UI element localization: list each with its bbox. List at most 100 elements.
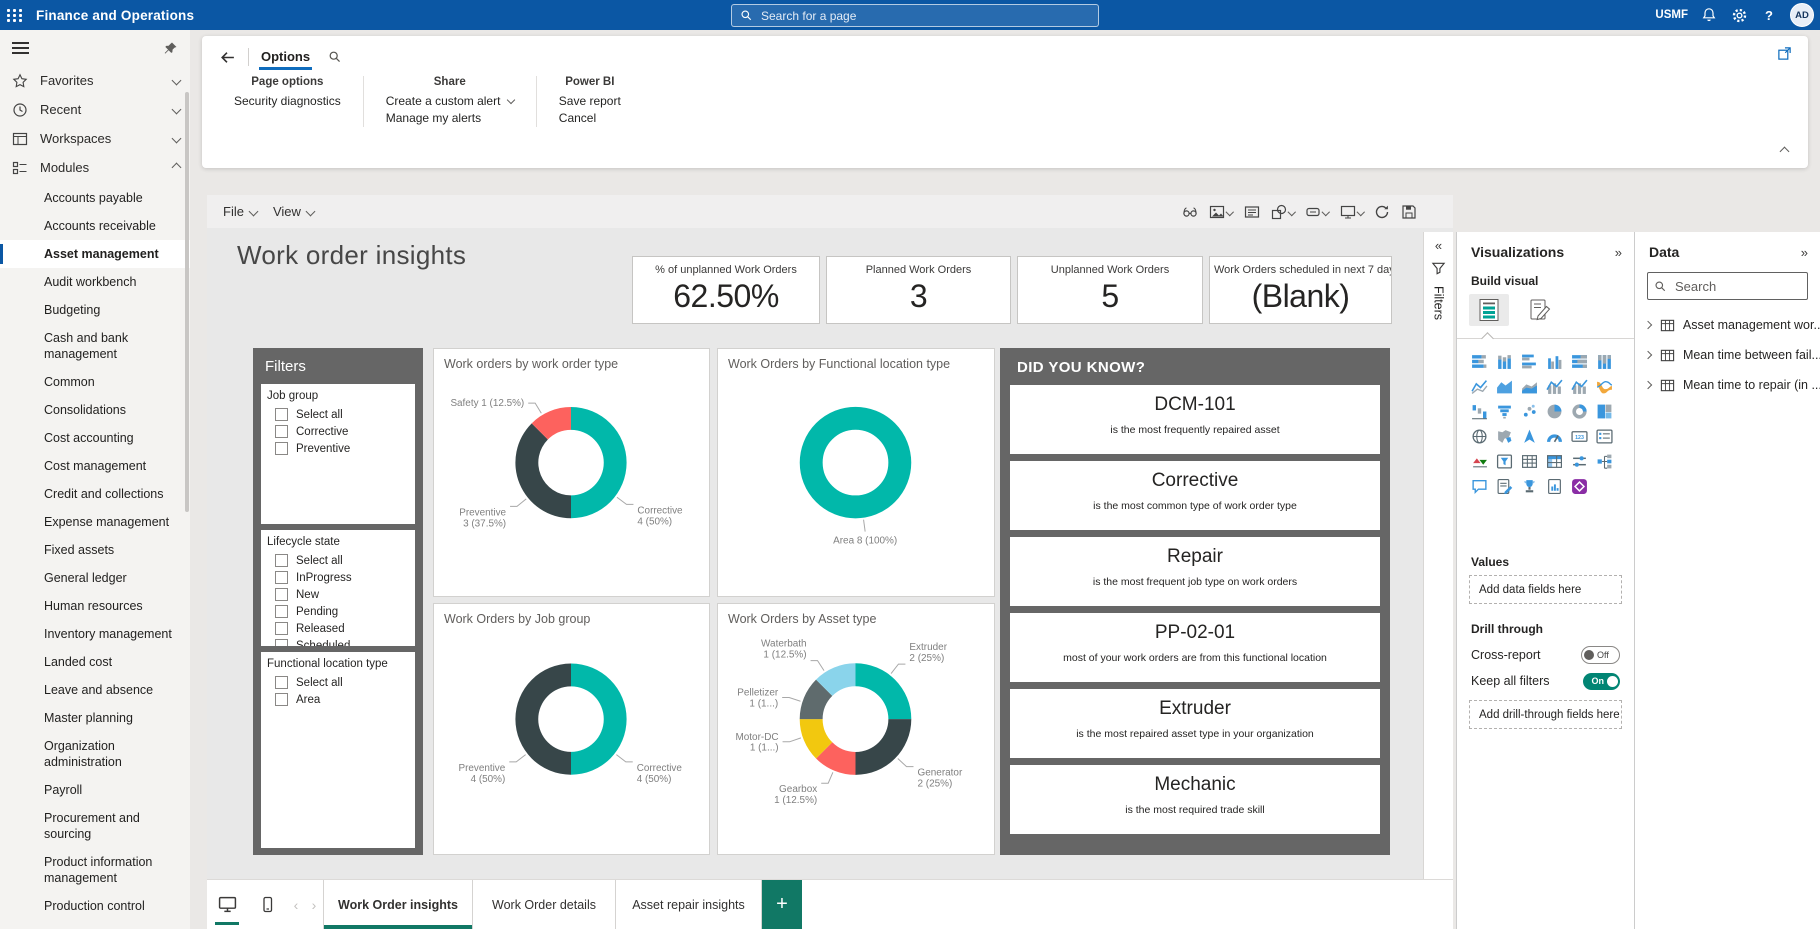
cross-report-toggle[interactable]: Off: [1581, 646, 1620, 664]
filter-option-area[interactable]: Area: [275, 693, 409, 706]
funnel-chart-icon[interactable]: [1492, 399, 1517, 424]
data-field-mean-time-to-repair-in[interactable]: Mean time to repair (in ...: [1635, 370, 1820, 400]
checkbox[interactable]: [275, 408, 288, 421]
sidebar-module-expense-management[interactable]: Expense management: [0, 508, 190, 536]
sidebar-module-cost-management[interactable]: Cost management: [0, 452, 190, 480]
text-box-icon[interactable]: [1242, 202, 1262, 222]
filter-option-select-all[interactable]: Select all: [275, 554, 409, 567]
notifications-bell-icon[interactable]: [1700, 6, 1718, 24]
sidebar-module-accounts-receivable[interactable]: Accounts receivable: [0, 212, 190, 240]
sidebar-item-workspaces[interactable]: Workspaces: [0, 124, 190, 153]
numeric-range-slicer-icon[interactable]: [1567, 449, 1592, 474]
azure-map-icon[interactable]: [1517, 424, 1542, 449]
keep-all-filters-toggle[interactable]: On: [1583, 673, 1620, 690]
power-apps-icon[interactable]: [1567, 474, 1592, 499]
security-diagnostics-button[interactable]: Security diagnostics: [234, 93, 341, 110]
expand-chevron-icon[interactable]: [1644, 381, 1652, 389]
manage-my-alerts-button[interactable]: Manage my alerts: [386, 110, 514, 127]
filter-option-select-all[interactable]: Select all: [275, 676, 409, 689]
checkbox[interactable]: [275, 693, 288, 706]
checkbox[interactable]: [275, 605, 288, 618]
scatter-chart-icon[interactable]: [1517, 399, 1542, 424]
filter-option-select-all[interactable]: Select all: [275, 408, 409, 421]
filter-option-new[interactable]: New: [275, 588, 409, 601]
expand-filters-pane-icon[interactable]: «: [1435, 238, 1442, 253]
100-stacked-column-chart-icon[interactable]: [1592, 349, 1617, 374]
smart-narrative-icon[interactable]: [1492, 474, 1517, 499]
build-visual-mode-button[interactable]: [1469, 294, 1509, 326]
insert-image-icon[interactable]: [1207, 202, 1235, 222]
data-search-input[interactable]: [1673, 278, 1797, 295]
sidebar-module-product-information-management[interactable]: Product information management: [0, 848, 190, 892]
stacked-area-chart-icon[interactable]: [1517, 374, 1542, 399]
clustered-bar-chart-icon[interactable]: [1517, 349, 1542, 374]
sidebar-module-production-control[interactable]: Production control: [0, 892, 190, 920]
save-report-button[interactable]: Save report: [559, 93, 621, 110]
sidebar-module-cost-accounting[interactable]: Cost accounting: [0, 424, 190, 452]
matrix-icon[interactable]: [1542, 449, 1567, 474]
expand-chevron-icon[interactable]: [1644, 321, 1652, 329]
report-page-tab-work-order-details[interactable]: Work Order details: [472, 880, 615, 929]
donut-slice-area[interactable]: [811, 418, 900, 507]
refresh-icon[interactable]: [1372, 202, 1392, 222]
sidebar-module-fixed-assets[interactable]: Fixed assets: [0, 536, 190, 564]
sidebar-module-audit-workbench[interactable]: Audit workbench: [0, 268, 190, 296]
action-search-icon[interactable]: [328, 50, 342, 64]
multi-row-card-icon[interactable]: [1592, 424, 1617, 449]
sidebar-module-landed-cost[interactable]: Landed cost: [0, 648, 190, 676]
sidebar-item-recent[interactable]: Recent: [0, 95, 190, 124]
sidebar-item-modules[interactable]: Modules: [0, 153, 190, 182]
report-page-tab-work-order-insights[interactable]: Work Order insights: [323, 880, 472, 929]
sidebar-item-favorites[interactable]: Favorites: [0, 66, 190, 95]
metrics-icon[interactable]: [1517, 474, 1542, 499]
kpi-icon[interactable]: [1467, 449, 1492, 474]
view-icon[interactable]: [1180, 202, 1200, 222]
stacked-column-chart-icon[interactable]: [1492, 349, 1517, 374]
sidebar-scrollbar[interactable]: [185, 92, 189, 512]
add-drill-through-fields-well[interactable]: Add drill-through fields here: [1469, 700, 1622, 729]
sidebar-module-master-planning[interactable]: Master planning: [0, 704, 190, 732]
buttons-icon[interactable]: [1303, 202, 1331, 222]
mobile-view-icon[interactable]: [247, 880, 287, 929]
visuals-icon[interactable]: [1338, 202, 1366, 222]
tab-options[interactable]: Options: [259, 45, 312, 70]
filled-map-icon[interactable]: [1492, 424, 1517, 449]
page-search-input[interactable]: [759, 8, 1083, 24]
chart-work-orders-by-asset-type[interactable]: Work Orders by Asset typeExtruder2 (25%)…: [717, 603, 995, 855]
desktop-view-icon[interactable]: [207, 880, 247, 929]
chart-work-orders-by-work-order-type[interactable]: Work orders by work order typeCorrective…: [433, 348, 710, 597]
sidebar-module-accounts-payable[interactable]: Accounts payable: [0, 184, 190, 212]
donut-slice-preventive[interactable]: [515, 664, 571, 775]
clustered-column-chart-icon[interactable]: [1542, 349, 1567, 374]
sidebar-module-payroll[interactable]: Payroll: [0, 776, 190, 804]
pin-sidebar-icon[interactable]: [163, 41, 178, 56]
ribbon-chart-icon[interactable]: [1592, 374, 1617, 399]
create-a-custom-alert-button[interactable]: Create a custom alert: [386, 93, 514, 110]
report-page-tab-asset-repair-insights[interactable]: Asset repair insights: [615, 880, 761, 929]
previous-page-icon[interactable]: ‹: [287, 880, 305, 929]
kpi-card-of-unplanned-work-orders[interactable]: % of unplanned Work Orders 62.50%: [632, 256, 820, 324]
checkbox[interactable]: [275, 425, 288, 438]
map-icon[interactable]: [1467, 424, 1492, 449]
donut-slice-preventive[interactable]: [515, 423, 571, 518]
sidebar-module-asset-management[interactable]: Asset management: [0, 240, 190, 268]
cancel-button[interactable]: Cancel: [559, 110, 621, 127]
checkbox[interactable]: [275, 442, 288, 455]
menu-file[interactable]: File: [223, 204, 257, 219]
add-data-fields-well[interactable]: Add data fields here: [1469, 575, 1622, 604]
donut-chart-icon[interactable]: [1567, 399, 1592, 424]
table-icon[interactable]: [1517, 449, 1542, 474]
shapes-icon[interactable]: [1269, 202, 1297, 222]
save-icon[interactable]: [1399, 202, 1419, 222]
sidebar-module-consolidations[interactable]: Consolidations: [0, 396, 190, 424]
sidebar-module-general-ledger[interactable]: General ledger: [0, 564, 190, 592]
kpi-card-unplanned-work-orders[interactable]: Unplanned Work Orders 5: [1017, 256, 1203, 324]
page-search-box[interactable]: [731, 4, 1099, 27]
line-clustered-column-chart-icon[interactable]: [1567, 374, 1592, 399]
card-icon[interactable]: 123: [1567, 424, 1592, 449]
checkbox[interactable]: [275, 639, 288, 646]
waffle-menu-icon[interactable]: [0, 0, 30, 30]
hamburger-menu-icon[interactable]: [12, 39, 29, 57]
filter-option-preventive[interactable]: Preventive: [275, 442, 409, 455]
filter-option-released[interactable]: Released: [275, 622, 409, 635]
